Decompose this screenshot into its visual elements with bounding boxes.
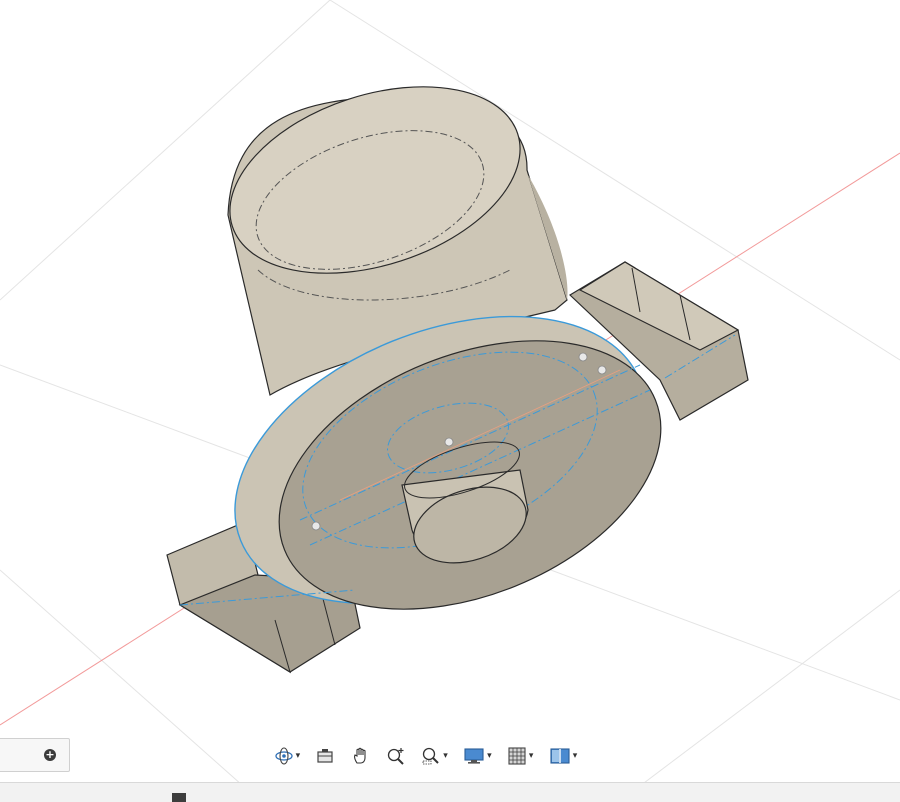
hand-pan-icon — [353, 747, 366, 764]
grid-snaps-menu-caret[interactable]: ▾ — [529, 751, 534, 761]
zoom-tool[interactable] — [384, 743, 408, 769]
orbit-tool[interactable]: ▾ — [272, 743, 303, 769]
monitor-icon — [464, 748, 484, 764]
fit-menu-caret[interactable]: ▾ — [443, 751, 448, 761]
pan-tool[interactable] — [349, 743, 373, 769]
plus-circle-icon[interactable]: + — [44, 749, 56, 761]
viewport-canvas[interactable] — [0, 0, 900, 801]
comments-panel: + — [0, 738, 70, 772]
viewports-menu-caret[interactable]: ▾ — [573, 751, 578, 761]
timeline-bar — [0, 782, 900, 802]
display-settings-tool[interactable]: ▾ — [461, 743, 494, 769]
look-at-icon — [317, 749, 334, 763]
zoom-icon — [387, 748, 404, 765]
look-at-tool[interactable] — [313, 743, 337, 769]
display-settings-menu-caret[interactable]: ▾ — [487, 751, 492, 761]
model-viewport[interactable] — [0, 0, 900, 801]
orbit-menu-caret[interactable]: ▾ — [296, 751, 301, 761]
viewports-icon — [550, 748, 570, 764]
fit-tool[interactable]: ▾ — [419, 743, 450, 769]
navigation-toolbar: ▾ ▾ ▾ ▾ ▾ — [262, 739, 589, 773]
viewports-tool[interactable]: ▾ — [547, 743, 580, 769]
orbit-icon — [274, 747, 293, 765]
grid-snaps-tool[interactable]: ▾ — [505, 743, 536, 769]
zoom-window-icon — [422, 747, 440, 765]
grid-icon — [508, 747, 526, 765]
